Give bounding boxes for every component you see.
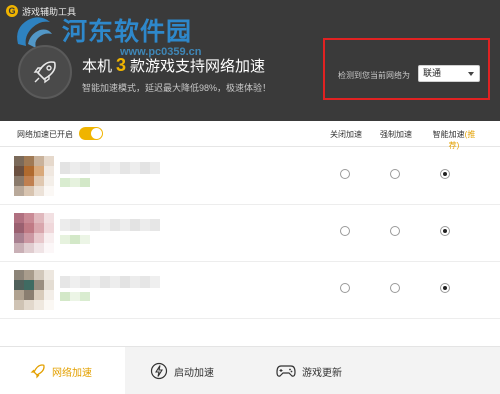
game-count: 3 (116, 55, 127, 75)
column-header-force: 强制加速 (380, 130, 412, 139)
radio-force[interactable] (390, 169, 400, 179)
tab-game-update[interactable]: 游戏更新 (276, 347, 386, 394)
isp-select[interactable]: 联通 (418, 65, 480, 82)
game-thumbnail (14, 270, 54, 310)
isp-selected-value: 联通 (423, 68, 442, 78)
hero-subline: 智能加速模式，延迟最大降低98%，极速体验！ (82, 83, 272, 93)
tab-network-accel[interactable]: 网络加速 (0, 347, 125, 394)
game-row (0, 148, 500, 205)
game-info-blurred (60, 235, 90, 244)
radio-smart[interactable] (440, 226, 450, 236)
game-name-blurred (60, 162, 160, 174)
accel-toggle[interactable] (79, 127, 103, 140)
radio-smart[interactable] (440, 169, 450, 179)
radio-off[interactable] (340, 169, 350, 179)
game-info-blurred (60, 178, 90, 187)
header-banner: G 游戏辅助工具 河东软件园 www.pc0359.cn 本机 3 款游戏支持网络加… (0, 0, 500, 121)
game-row (0, 205, 500, 262)
accel-toolbar: 网络加速已开启 关闭加速 强制加速 智能加速(推荐) (0, 121, 500, 150)
radio-smart[interactable] (440, 283, 450, 293)
tab-network-accel-label: 网络加速 (52, 367, 92, 379)
radio-off[interactable] (340, 226, 350, 236)
toggle-knob (91, 128, 102, 139)
tab-boot-accel-label: 启动加速 (174, 367, 214, 379)
rocket-icon (33, 61, 56, 84)
column-header-off: 关闭加速 (330, 130, 362, 139)
accel-toggle-label: 网络加速已开启 (17, 130, 73, 139)
game-name-blurred (60, 276, 160, 288)
network-detect-label: 检测到您当前网络为 (338, 71, 410, 80)
radio-force[interactable] (390, 283, 400, 293)
rocket-icon (30, 364, 45, 379)
column-header-smart-label: 智能加速 (432, 130, 465, 139)
game-info-blurred (60, 292, 90, 301)
tab-boot-accel[interactable]: 启动加速 (150, 347, 260, 394)
radio-off[interactable] (340, 283, 350, 293)
rocket-badge (18, 45, 72, 99)
game-thumbnail (14, 156, 54, 196)
game-name-blurred (60, 219, 160, 231)
tab-game-update-label: 游戏更新 (302, 367, 342, 379)
game-thumbnail (14, 213, 54, 253)
lightning-icon (150, 362, 168, 380)
chevron-down-icon (468, 72, 474, 76)
radio-force[interactable] (390, 226, 400, 236)
watermark-text: 河东软件园 (62, 17, 193, 46)
gamepad-icon (276, 365, 296, 377)
game-row (0, 262, 500, 319)
headline-suffix: 款游戏支持网络加速 (130, 58, 266, 75)
hero-headline: 本机 3 款游戏支持网络加速 (82, 55, 265, 76)
bottom-nav: 网络加速 启动加速 游戏更新 (0, 346, 500, 394)
headline-prefix: 本机 (82, 58, 113, 75)
